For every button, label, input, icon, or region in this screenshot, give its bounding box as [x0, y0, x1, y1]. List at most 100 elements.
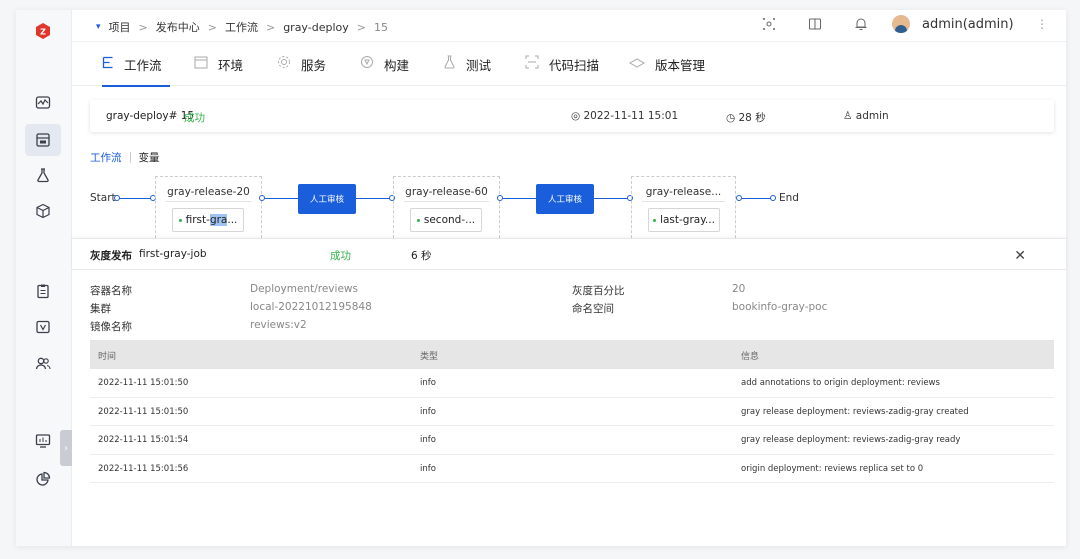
tab-workflow[interactable]: 工作流 — [102, 42, 170, 87]
document-icon[interactable] — [792, 17, 838, 31]
more-vertical-icon[interactable]: ⋮ — [1032, 17, 1052, 31]
version-list-icon[interactable] — [32, 316, 54, 338]
table-header: 时间 类型 信息 — [90, 340, 1054, 369]
avatar[interactable] — [892, 15, 910, 33]
flow-start-label: Start — [90, 192, 116, 204]
tab-label: 工作流 — [124, 57, 162, 73]
run-time: ◎ 2022-11-11 15:01 — [571, 110, 678, 122]
tab-version[interactable]: 版本管理 — [628, 42, 705, 86]
field-value: reviews:v2 — [250, 319, 307, 331]
table-row: 2022-11-11 15:01:50 info add annotations… — [90, 369, 1054, 398]
flow-connector — [594, 198, 630, 199]
workflow-diagram: Start gray-release-20 first-gra... 人工审核 … — [90, 176, 1054, 240]
run-user-value: admin — [855, 110, 889, 122]
field-container: 容器名称 Deployment/reviews — [90, 283, 358, 298]
job-name-prefix: first- — [185, 214, 210, 226]
tab-label: 环境 — [218, 57, 244, 73]
stage-divider — [642, 201, 725, 202]
field-value: local-20221012195848 — [250, 301, 372, 313]
tab-build[interactable]: 构建 — [360, 42, 409, 86]
sidebar-expand-handle[interactable]: › — [60, 430, 72, 466]
job-name: first-gray-job — [139, 248, 207, 260]
event-log-table: 时间 类型 信息 2022-11-11 15:01:50 info add an… — [90, 340, 1054, 483]
release-center-icon[interactable] — [25, 124, 61, 156]
tab-test[interactable]: 测试 — [443, 42, 491, 86]
environment-icon — [194, 56, 208, 73]
cell-type: info — [420, 435, 436, 445]
username[interactable]: admin(admin) — [922, 17, 1032, 32]
flow-node-dot — [114, 195, 120, 201]
flow-connector — [356, 198, 392, 199]
breadcrumb-separator: > — [207, 20, 217, 34]
flow-connector — [503, 198, 537, 199]
run-duration: ◷ 28 秒 — [726, 110, 766, 125]
module-tabs: 工作流 环境 服务 构建 测试 代码扫描 版本管理 — [72, 42, 1066, 87]
stage-name: gray-release... — [645, 186, 722, 198]
clock-icon: ◷ — [726, 112, 739, 124]
job-duration: 6 秒 — [411, 250, 432, 262]
field-label: 灰度百分比 — [572, 285, 625, 297]
tab-code-scan[interactable]: 代码扫描 — [525, 42, 599, 86]
dashboard-icon[interactable] — [32, 430, 54, 452]
svg-text:Z: Z — [40, 28, 46, 37]
breadcrumb-workflow[interactable]: 工作流 — [225, 19, 258, 35]
job-detail-header: 灰度发布 first-gray-job 成功 6 秒 ✕ — [72, 238, 1066, 270]
cell-time: 2022-11-11 15:01:56 — [98, 463, 189, 474]
calendar-icon: ◎ — [571, 110, 584, 122]
tab-service[interactable]: 服务 — [277, 42, 326, 86]
flask-icon[interactable] — [32, 164, 54, 186]
run-summary-card: gray-deploy# 15 成功 ◎ 2022-11-11 15:01 ◷ … — [90, 100, 1054, 132]
clipboard-icon[interactable] — [32, 280, 54, 302]
field-value: 20 — [732, 283, 746, 295]
job-name: last-gray... — [660, 214, 715, 226]
users-icon[interactable] — [32, 352, 54, 374]
flow-connector — [265, 198, 299, 199]
job-type: 灰度发布 — [90, 250, 132, 262]
job-name-selection: gra — [209, 214, 228, 226]
tab-environment[interactable]: 环境 — [194, 42, 243, 86]
close-icon[interactable]: ✕ — [1014, 248, 1026, 264]
subtab-variables[interactable]: 变量 — [139, 150, 160, 165]
job-name-suffix: ... — [227, 214, 238, 226]
breadcrumb-gray-deploy[interactable]: gray-deploy — [283, 21, 349, 34]
bell-icon[interactable] — [838, 17, 884, 31]
approval-button[interactable]: 人工审核 — [536, 184, 594, 214]
build-icon — [360, 55, 374, 73]
approval-button[interactable]: 人工审核 — [298, 184, 356, 214]
job-first-gray[interactable]: first-gra... — [172, 208, 244, 232]
table-row: 2022-11-11 15:01:56 info origin deployme… — [90, 455, 1054, 483]
user-icon: ♙ — [843, 110, 856, 122]
package-icon[interactable] — [32, 200, 54, 222]
field-label: 命名空间 — [572, 303, 614, 315]
job-last-gray[interactable]: last-gray... — [648, 208, 720, 232]
field-image: 镜像名称 reviews:v2 — [90, 319, 307, 334]
col-time: 时间 — [98, 352, 117, 362]
col-type: 类型 — [420, 352, 439, 362]
caret-down-icon[interactable]: ▾ — [96, 22, 101, 32]
subtab-workflow[interactable]: 工作流 — [90, 150, 122, 165]
status-dot — [178, 218, 182, 222]
field-cluster: 集群 local-20221012195848 — [90, 301, 372, 316]
breadcrumb-project[interactable]: 项目 — [109, 19, 131, 35]
cell-message: origin deployment: reviews replica set t… — [741, 463, 924, 474]
tab-label: 服务 — [301, 57, 327, 73]
cell-message: gray release deployment: reviews-zadig-g… — [741, 406, 969, 417]
job-second-gray[interactable]: second-... — [410, 208, 482, 232]
version-icon — [628, 57, 646, 72]
flow-end-label: End — [779, 192, 799, 204]
status-dot — [416, 218, 420, 222]
monitor-icon[interactable] — [32, 92, 54, 114]
stage-gray-release-20[interactable]: gray-release-20 first-gra... — [155, 176, 262, 238]
stage-gray-release-last[interactable]: gray-release... last-gray... — [631, 176, 736, 238]
stage-gray-release-60[interactable]: gray-release-60 second-... — [393, 176, 500, 238]
cell-time: 2022-11-11 15:01:50 — [98, 378, 189, 388]
breadcrumb-separator: > — [138, 20, 148, 34]
logo-icon[interactable]: Z — [32, 20, 54, 42]
plugin-icon[interactable] — [746, 17, 792, 31]
breadcrumb-release-center[interactable]: 发布中心 — [156, 19, 200, 35]
tab-label: 测试 — [466, 57, 492, 73]
pie-chart-icon[interactable] — [32, 468, 54, 490]
cell-type: info — [420, 406, 436, 417]
run-duration-value: 28 秒 — [738, 112, 766, 124]
service-icon — [277, 55, 291, 73]
